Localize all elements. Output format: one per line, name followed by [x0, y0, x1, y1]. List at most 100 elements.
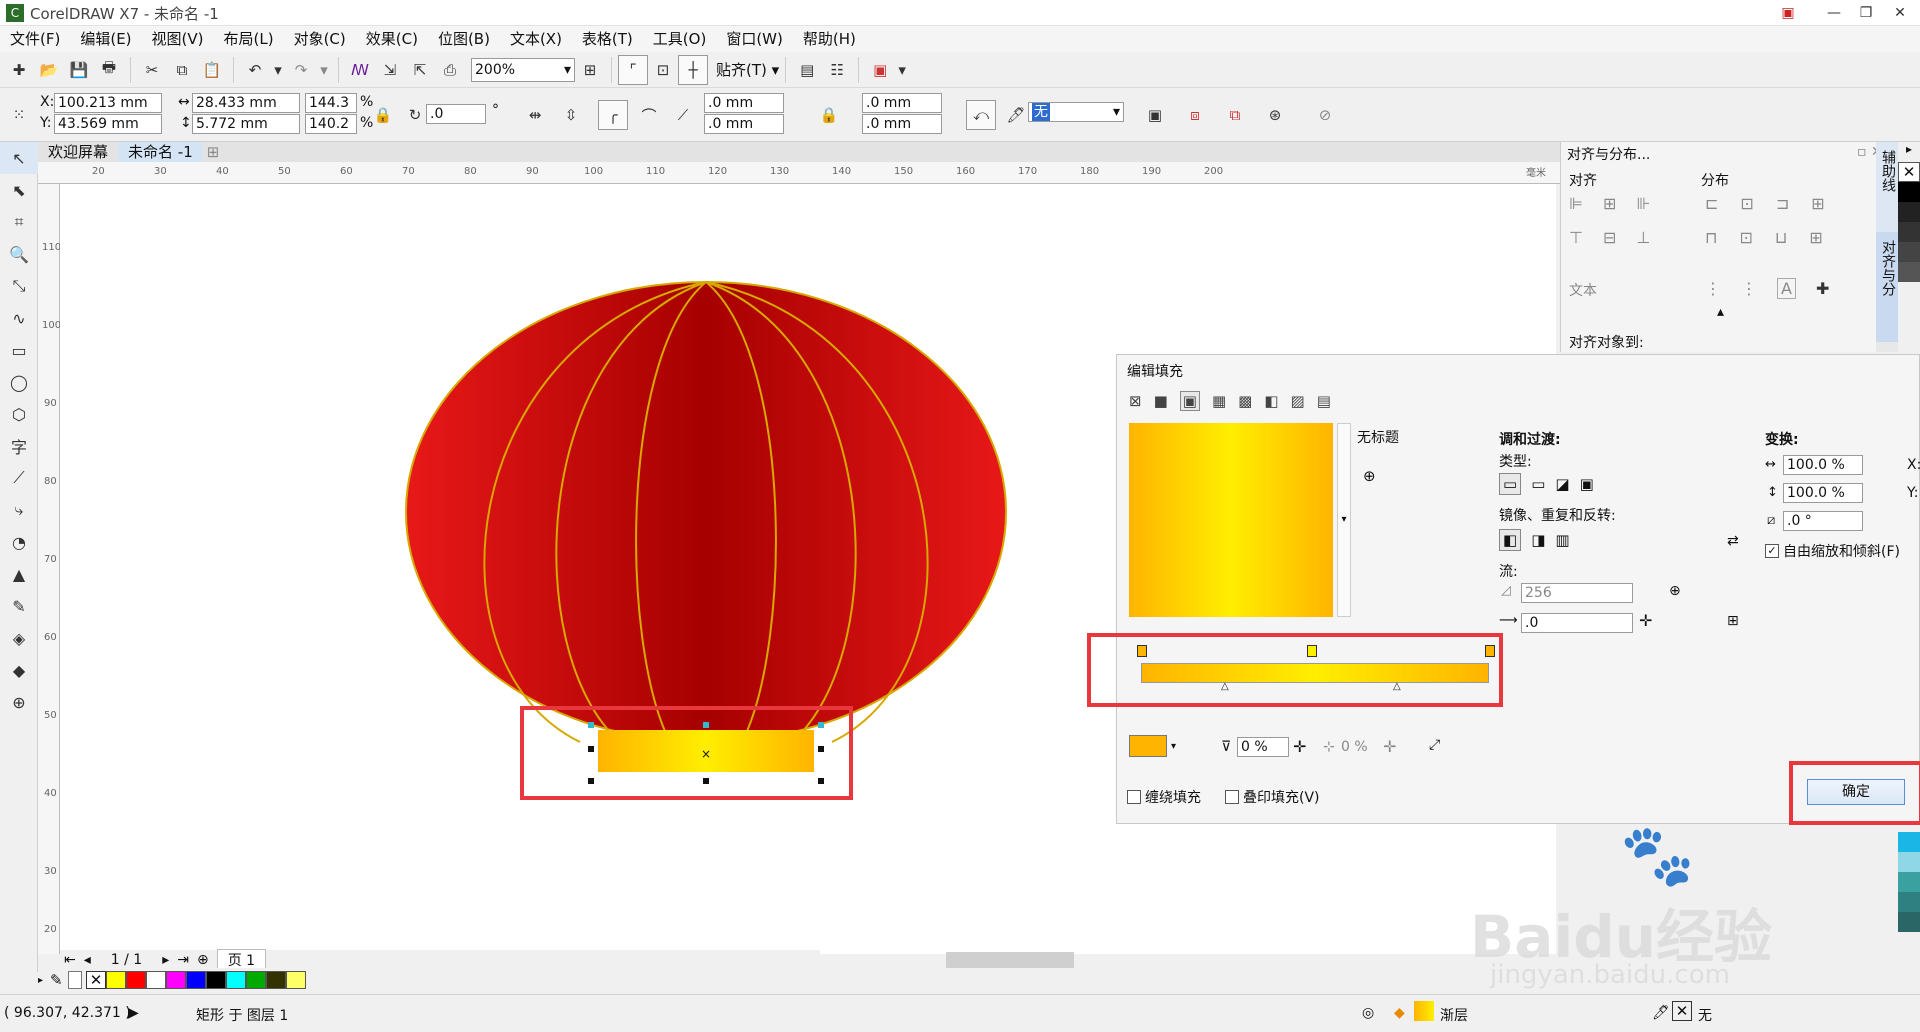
gray-swatch-1[interactable] [1898, 202, 1920, 222]
new-document-icon[interactable]: ✚ [4, 55, 34, 85]
uniform-fill-icon[interactable]: ■ [1154, 392, 1168, 410]
scale-y-field[interactable]: 140.2 [305, 114, 357, 134]
artistic-media-icon[interactable]: ∿ [0, 302, 38, 334]
align-distribute-tab[interactable]: 对齐与分 [1876, 232, 1900, 342]
mirror-horizontal-icon[interactable]: ⇹ [520, 100, 550, 130]
steps-field[interactable]: 256 [1521, 583, 1633, 603]
parallel-dimension-icon[interactable]: ⟋ [0, 462, 38, 494]
text-outline-icon[interactable]: A [1777, 278, 1796, 299]
align-center-v-icon[interactable]: ⊟ [1603, 228, 1616, 247]
horizontal-ruler[interactable]: 20 30 40 50 60 70 80 90 100 110 120 130 … [38, 162, 1560, 184]
publish-pdf-icon[interactable]: ⎙ [435, 55, 465, 85]
to-back-icon[interactable]: ⧉ [1220, 100, 1250, 130]
redo-dropdown-icon[interactable]: ▾ [316, 55, 332, 85]
vertical-ruler[interactable]: 110 100 90 80 70 60 50 40 30 20 [38, 184, 61, 954]
light-cyan-swatch[interactable] [1898, 852, 1920, 872]
zoom-tool-icon[interactable]: 🔍 [0, 238, 38, 270]
lock-corners-icon[interactable]: 🔒 [818, 100, 840, 130]
pin-icon[interactable]: ✚ [1816, 279, 1829, 298]
two-color-pattern-icon[interactable]: ◧ [1264, 392, 1278, 410]
menu-tools[interactable]: 工具(O) [643, 26, 717, 52]
rectangular-gradient-icon[interactable]: ▣ [1580, 475, 1594, 493]
distribute-spacing-icon[interactable]: ⊞ [1811, 194, 1824, 213]
postscript-fill-icon[interactable]: ▤ [1317, 392, 1331, 410]
options-icon[interactable]: ▤ [792, 55, 822, 85]
x-position-field[interactable]: 100.213 mm [54, 93, 162, 113]
expand-icon[interactable]: ⤢ [1429, 737, 1440, 753]
cut-icon[interactable]: ✂ [137, 55, 167, 85]
node-transparency-field[interactable]: 0 % [1237, 737, 1289, 757]
color-swatch-black[interactable] [206, 971, 226, 989]
distribute-right-icon[interactable]: ⊐ [1776, 194, 1789, 213]
corner-radius-bottom-left[interactable]: .0 mm [704, 114, 784, 134]
fountain-fill-icon[interactable]: ▣ [1179, 391, 1200, 411]
distribute-top-icon[interactable]: ⊓ [1705, 228, 1717, 247]
color-swatch-light-yellow[interactable] [286, 971, 306, 989]
menu-window[interactable]: 窗口(W) [716, 26, 793, 52]
polygon-tool-icon[interactable]: ⬡ [0, 398, 38, 430]
no-fill-icon[interactable]: ⊠ [1129, 392, 1142, 410]
blend-tool-icon[interactable]: ◔ [0, 526, 38, 558]
fill-height-field[interactable]: 100.0 % [1783, 483, 1863, 503]
outline-width-select[interactable]: 无 ▾ [1028, 102, 1124, 122]
align-top-icon[interactable]: ⊤ [1569, 228, 1583, 247]
distribute-bottom-icon[interactable]: ⊔ [1775, 228, 1787, 247]
reverse-icon[interactable]: ⇄ [1727, 533, 1739, 549]
horizontal-scrollbar-thumb[interactable] [946, 952, 1074, 968]
color-swatch-yellow[interactable] [106, 971, 126, 989]
add-tab-icon[interactable]: ⊞ [203, 142, 224, 162]
menu-text[interactable]: 文本(X) [500, 26, 572, 52]
menu-layout[interactable]: 布局(L) [214, 26, 284, 52]
align-bottom-icon[interactable]: ⊥ [1636, 228, 1650, 247]
linear-gradient-icon[interactable]: ▭ [1499, 473, 1522, 495]
repeat-icon[interactable]: ▥ [1555, 531, 1569, 549]
open-icon[interactable]: 📂 [34, 55, 64, 85]
plus-icon[interactable]: ✛ [1639, 611, 1652, 630]
texture-fill-icon[interactable]: ▨ [1291, 392, 1305, 410]
color-swatch-dark-olive[interactable] [266, 971, 286, 989]
print-icon[interactable]: 🖶 [94, 55, 124, 85]
width-field[interactable]: 28.433 mm [192, 93, 300, 113]
mirror-vertical-icon[interactable]: ⇳ [556, 100, 586, 130]
undo-dropdown-icon[interactable]: ▾ [270, 55, 286, 85]
color-swatch-magenta[interactable] [166, 971, 186, 989]
skew-field[interactable]: .0 ° [1783, 511, 1863, 531]
export-icon[interactable]: ⇱ [405, 55, 435, 85]
steps-lock-icon[interactable]: ⊕ [1669, 583, 1681, 599]
menu-help[interactable]: 帮助(H) [793, 26, 866, 52]
paste-icon[interactable]: 📋 [197, 55, 227, 85]
corner-radius-bottom-right[interactable]: .0 mm [862, 114, 942, 134]
dark-teal-swatch[interactable] [1898, 892, 1920, 912]
gray-swatch-3[interactable] [1898, 242, 1920, 262]
menu-table[interactable]: 表格(T) [572, 26, 643, 52]
collapse-icon[interactable]: ▴ [1717, 304, 1724, 320]
rectangle-tool-icon[interactable]: ▭ [0, 334, 38, 366]
next-page-icon[interactable]: ▸ [162, 952, 169, 968]
smooth-blend-icon[interactable]: ⊞ [1727, 613, 1739, 629]
wrap-fill-option[interactable]: 缠绕填充 [1127, 787, 1201, 807]
darker-teal-swatch[interactable] [1898, 912, 1920, 932]
free-scale-checkbox[interactable]: ✓ [1765, 544, 1779, 558]
save-preset-icon[interactable]: ⊕ [1363, 467, 1376, 485]
prev-page-icon[interactable]: ◂ [84, 952, 91, 968]
plus-icon[interactable]: ✛ [1383, 737, 1396, 756]
full-screen-icon[interactable]: ⊞ [575, 55, 605, 85]
distribute-middle-icon[interactable]: ⊡ [1739, 228, 1752, 247]
play-icon[interactable]: ▶ [128, 1005, 139, 1021]
to-front-icon[interactable]: ⧈ [1180, 100, 1210, 130]
lock-ratio-icon[interactable]: 🔒 [372, 100, 394, 130]
color-swatch-cyan[interactable] [226, 971, 246, 989]
none-swatch[interactable]: ✕ [86, 971, 106, 989]
acceleration-field[interactable]: .0 [1521, 613, 1633, 633]
menu-bitmaps[interactable]: 位图(B) [428, 26, 500, 52]
copy-icon[interactable]: ⧉ [167, 55, 197, 85]
elliptical-gradient-icon[interactable]: ▭ [1531, 475, 1545, 493]
show-rulers-icon[interactable]: ⌜ [618, 54, 648, 85]
scalloped-corner-icon[interactable]: ⌒ [634, 100, 664, 130]
y-position-field[interactable]: 43.569 mm [54, 114, 162, 134]
text-box-icon[interactable]: ⋮ [1741, 279, 1757, 298]
default-repeat-icon[interactable]: ◧ [1499, 529, 1522, 551]
corner-radius-top-left[interactable]: .0 mm [704, 93, 784, 113]
save-icon[interactable]: 💾 [64, 55, 94, 85]
menu-view[interactable]: 视图(V) [142, 26, 214, 52]
